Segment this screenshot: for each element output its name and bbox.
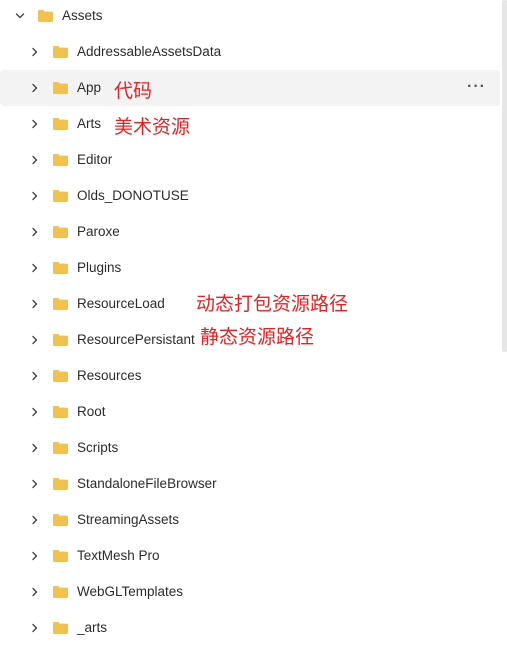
folder-icon xyxy=(52,297,69,311)
tree-row[interactable]: StandaloneFileBrowser xyxy=(0,466,500,502)
tree-row-label: StreamingAssets xyxy=(77,512,180,527)
more-horizontal-icon[interactable]: ··· xyxy=(467,79,486,95)
chevron-right-icon[interactable] xyxy=(27,368,43,384)
tree-row-label: App xyxy=(77,80,102,95)
tree-row-label: Resources xyxy=(77,368,142,383)
tree-row-label: Paroxe xyxy=(77,224,120,239)
tree-row[interactable]: StreamingAssets xyxy=(0,502,500,538)
folder-icon xyxy=(52,621,69,635)
tree-row-label: Plugins xyxy=(77,260,122,275)
folder-icon xyxy=(52,153,69,167)
folder-icon xyxy=(52,549,69,563)
tree-row[interactable]: TextMesh Pro xyxy=(0,538,500,574)
folder-icon xyxy=(52,441,69,455)
folder-icon xyxy=(52,369,69,383)
folder-icon xyxy=(52,333,69,347)
tree-row-label: AddressableAssetsData xyxy=(77,44,222,59)
folder-icon xyxy=(52,45,69,59)
tree-row[interactable]: Resources xyxy=(0,358,500,394)
tree-row[interactable]: Scripts xyxy=(0,430,500,466)
annotation-app: 代码 xyxy=(114,80,153,102)
folder-icon xyxy=(37,9,54,23)
tree-row-label: Root xyxy=(77,404,106,419)
chevron-right-icon[interactable] xyxy=(27,548,43,564)
chevron-right-icon[interactable] xyxy=(27,44,43,60)
chevron-right-icon[interactable] xyxy=(27,260,43,276)
tree-row-label: _arts xyxy=(77,620,108,635)
tree-row[interactable]: WebGLTemplates xyxy=(0,574,500,610)
folder-icon xyxy=(52,225,69,239)
chevron-right-icon[interactable] xyxy=(27,332,43,348)
chevron-right-icon[interactable] xyxy=(27,476,43,492)
annotation-resource-persistant: 静态资源路径 xyxy=(200,326,315,348)
folder-icon xyxy=(52,117,69,131)
tree-row[interactable]: App ··· xyxy=(0,70,500,106)
tree-row-label: TextMesh Pro xyxy=(77,548,160,563)
tree-row-label: Olds_DONOTUSE xyxy=(77,188,189,203)
chevron-right-icon[interactable] xyxy=(27,620,43,636)
folder-icon xyxy=(52,585,69,599)
tree-row-label: Assets xyxy=(62,8,103,23)
chevron-right-icon[interactable] xyxy=(27,296,43,312)
tree-row-label: StandaloneFileBrowser xyxy=(77,476,217,491)
tree-row[interactable]: AddressableAssetsData xyxy=(0,34,500,70)
folder-icon xyxy=(52,477,69,491)
chevron-right-icon[interactable] xyxy=(27,116,43,132)
scrollbar[interactable] xyxy=(502,0,507,352)
annotation-arts: 美术资源 xyxy=(114,116,191,138)
tree-row[interactable]: Plugins xyxy=(0,250,500,286)
folder-icon xyxy=(52,189,69,203)
chevron-right-icon[interactable] xyxy=(27,440,43,456)
folder-icon xyxy=(52,513,69,527)
tree-row[interactable]: Paroxe xyxy=(0,214,500,250)
tree-row-assets[interactable]: Assets xyxy=(0,0,500,34)
tree-row[interactable]: _arts xyxy=(0,610,500,646)
tree-row[interactable]: Root xyxy=(0,394,500,430)
tree-row-label: ResourcePersistant xyxy=(77,332,195,347)
tree-row[interactable]: Arts xyxy=(0,106,500,142)
chevron-right-icon[interactable] xyxy=(27,188,43,204)
tree-row[interactable]: Editor xyxy=(0,142,500,178)
folder-icon xyxy=(52,405,69,419)
annotation-resource-load: 动态打包资源路径 xyxy=(196,293,349,315)
folder-icon xyxy=(52,81,69,95)
tree-row-label: Arts xyxy=(77,116,102,131)
chevron-right-icon[interactable] xyxy=(27,152,43,168)
chevron-right-icon[interactable] xyxy=(27,80,43,96)
chevron-right-icon[interactable] xyxy=(27,584,43,600)
chevron-right-icon[interactable] xyxy=(27,404,43,420)
tree-row-label: ResourceLoad xyxy=(77,296,165,311)
chevron-right-icon[interactable] xyxy=(27,512,43,528)
tree-row-label: WebGLTemplates xyxy=(77,584,184,599)
folder-icon xyxy=(52,261,69,275)
tree-row[interactable]: Olds_DONOTUSE xyxy=(0,178,500,214)
tree-row-label: Scripts xyxy=(77,440,119,455)
chevron-right-icon[interactable] xyxy=(27,224,43,240)
tree-row-label: Editor xyxy=(77,152,113,167)
chevron-down-icon[interactable] xyxy=(12,8,28,24)
